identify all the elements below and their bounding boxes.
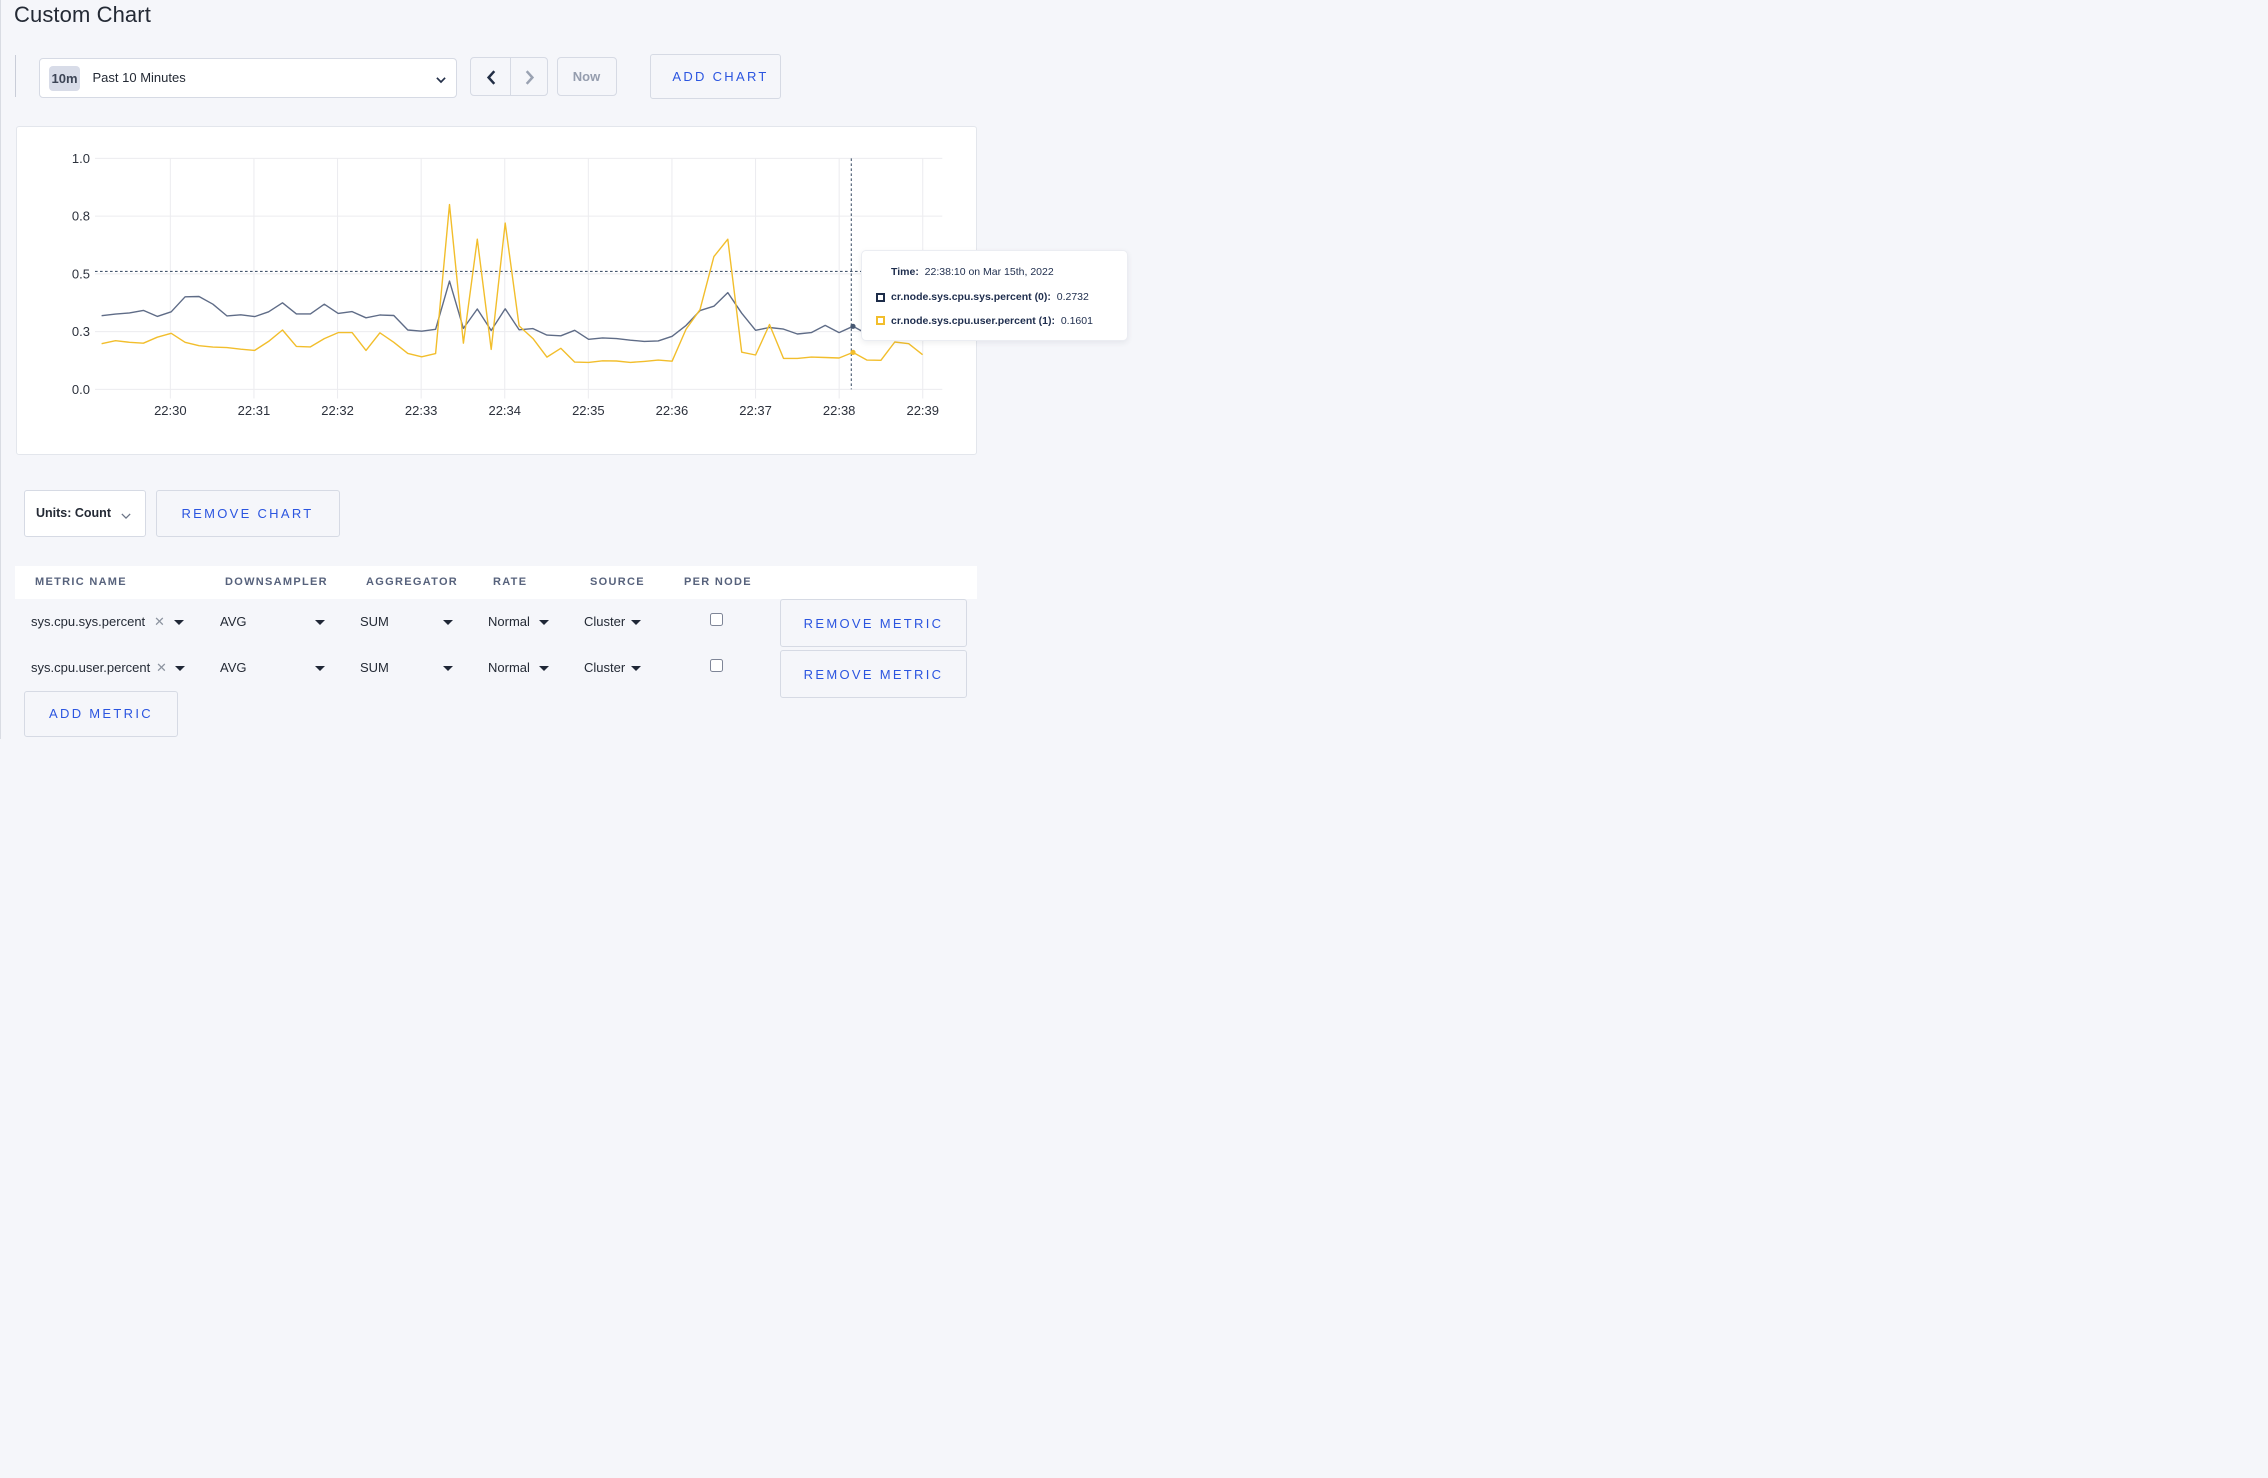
- svg-text:22:30: 22:30: [154, 403, 187, 418]
- svg-text:22:38: 22:38: [823, 403, 856, 418]
- svg-text:22:31: 22:31: [238, 403, 271, 418]
- svg-text:0.5: 0.5: [72, 266, 90, 281]
- svg-text:0.8: 0.8: [72, 208, 90, 223]
- svg-text:22:39: 22:39: [906, 403, 939, 418]
- svg-text:22:32: 22:32: [321, 403, 354, 418]
- svg-text:22:36: 22:36: [656, 403, 689, 418]
- svg-text:22:34: 22:34: [488, 403, 521, 418]
- svg-text:1.0: 1.0: [72, 150, 90, 165]
- svg-text:0.3: 0.3: [72, 324, 90, 339]
- svg-text:0.0: 0.0: [72, 381, 90, 396]
- svg-text:22:37: 22:37: [739, 403, 772, 418]
- svg-text:22:33: 22:33: [405, 403, 438, 418]
- svg-text:22:35: 22:35: [572, 403, 605, 418]
